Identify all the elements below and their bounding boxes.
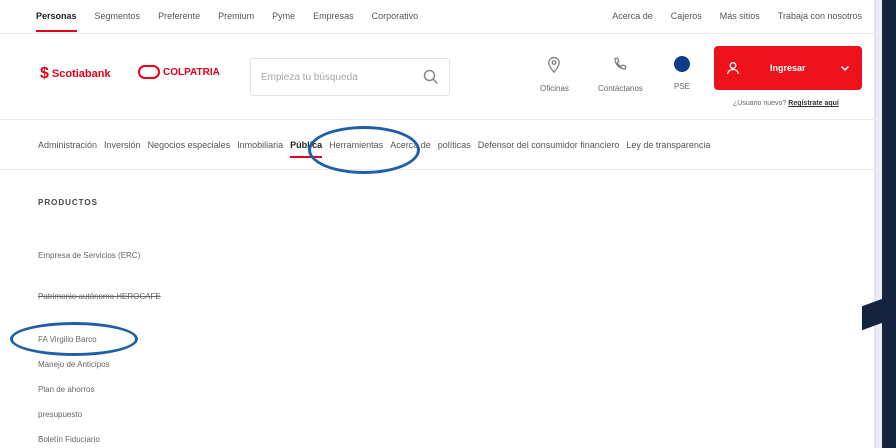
site-header: $ Scotiabank COLPATRIA Oficinas C: [0, 34, 876, 120]
pse-link[interactable]: PSE: [674, 56, 690, 91]
highlight-circle-publica: [308, 126, 420, 174]
search-input[interactable]: [251, 71, 411, 83]
segment-premium[interactable]: Premium: [218, 11, 254, 21]
product-boletin-fiduciario[interactable]: Boletín Fiduciario: [38, 432, 100, 447]
webpage: Personas Segmentos Preferente Premium Py…: [0, 0, 876, 448]
product-empresa-servicios[interactable]: Empresa de Servicios (ERC): [38, 248, 140, 263]
scotiabank-logo[interactable]: $ Scotiabank: [40, 66, 111, 82]
segment-segmentos[interactable]: Segmentos: [95, 11, 141, 21]
oficinas-link[interactable]: Oficinas: [540, 56, 569, 93]
pse-label: PSE: [674, 82, 691, 91]
user-icon: [726, 62, 740, 75]
colpatria-mark-icon: [138, 65, 160, 79]
product-manejo-anticipos[interactable]: Manejo de Anticipos: [38, 357, 110, 372]
product-plan-ahorros[interactable]: Plan de ahorros: [38, 382, 94, 397]
products-heading: PRODUCTOS: [38, 198, 98, 207]
nav-item-ley-transparencia[interactable]: Ley de transparencia: [626, 140, 710, 150]
nav-item-politicas[interactable]: políticas: [438, 140, 471, 150]
oficinas-label: Oficinas: [540, 84, 569, 93]
segment-pyme[interactable]: Pyme: [272, 11, 295, 21]
scotiabank-wordmark: Scotiabank: [51, 68, 111, 80]
contactanos-label: Contáctanos: [598, 84, 643, 93]
segment-corporativo[interactable]: Corporativo: [372, 11, 419, 21]
product-presupuesto[interactable]: presupuesto: [38, 407, 82, 422]
ingresar-button[interactable]: Ingresar: [714, 46, 862, 90]
link-acerca-de[interactable]: Acerca de: [612, 11, 653, 21]
register-link[interactable]: Regístrate aquí: [788, 100, 839, 107]
contactanos-link[interactable]: Contáctanos: [598, 56, 643, 93]
utility-links: Acerca de Cajeros Más sitios Trabaja con…: [612, 11, 862, 21]
colpatria-wordmark: COLPATRIA: [163, 66, 220, 78]
pse-logo-icon: [674, 56, 690, 72]
segment-personas[interactable]: Personas: [36, 11, 77, 32]
colpatria-logo[interactable]: COLPATRIA: [138, 65, 220, 79]
segment-links: Personas Segmentos Preferente Premium Py…: [36, 11, 419, 32]
location-pin-icon: [548, 56, 561, 74]
nav-item-administracion[interactable]: Administración: [38, 140, 97, 150]
phone-icon: [614, 57, 627, 70]
nav-item-defensor[interactable]: Defensor del consumidor financiero: [478, 140, 620, 150]
segment-empresas[interactable]: Empresas: [313, 11, 354, 21]
segment-bar: Personas Segmentos Preferente Premium Py…: [0, 0, 876, 34]
search-box: [250, 58, 450, 96]
highlight-circle-product: [10, 322, 138, 356]
link-mas-sitios[interactable]: Más sitios: [720, 11, 760, 21]
nav-item-inversion[interactable]: Inversión: [104, 140, 141, 150]
link-cajeros[interactable]: Cajeros: [671, 11, 702, 21]
chevron-down-icon: [840, 65, 850, 72]
register-prompt: ¿Usuario nuevo? Regístrate aquí: [733, 100, 839, 107]
nav-item-negocios-especiales[interactable]: Negocios especiales: [148, 140, 231, 150]
link-trabaja-con-nosotros[interactable]: Trabaja con nosotros: [778, 11, 862, 21]
segment-preferente[interactable]: Preferente: [158, 11, 200, 21]
section-nav: Administración Inversión Negocios especi…: [0, 120, 876, 170]
product-patrimonio-autonomo[interactable]: Patrimonio autónomo HEROCAFE: [38, 289, 161, 304]
register-prompt-text: ¿Usuario nuevo?: [733, 100, 787, 107]
scotiabank-s-icon: $: [40, 65, 49, 82]
search-icon[interactable]: [423, 69, 439, 85]
page-edge: [876, 0, 896, 448]
nav-item-inmobiliaria[interactable]: Inmobiliaria: [237, 140, 283, 150]
ingresar-label: Ingresar: [770, 63, 806, 73]
